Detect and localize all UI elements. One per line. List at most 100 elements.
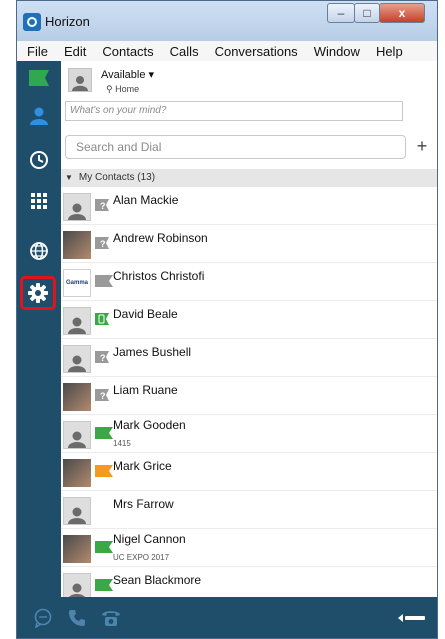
person-placeholder-icon <box>69 583 85 597</box>
person-placeholder-icon <box>68 355 86 372</box>
contact-name: Christos Christofi <box>113 269 205 283</box>
bottom-toolbar <box>17 597 437 638</box>
desk-phone-button[interactable] <box>99 607 123 629</box>
contact-name: David Beale <box>113 307 178 321</box>
presence-status-dropdown[interactable]: Available ▾ <box>101 68 154 81</box>
clock-icon <box>30 151 48 169</box>
contact-avatar-placeholder <box>63 573 91 597</box>
menu-file[interactable]: File <box>17 44 56 59</box>
chat-button[interactable] <box>31 607 55 629</box>
status-offline-flag-icon <box>94 274 113 288</box>
gear-icon <box>28 283 48 303</box>
sidebar-item-dialpad[interactable] <box>17 187 61 217</box>
horizon-app-icon <box>23 13 41 31</box>
contact-row[interactable]: Gamma Christos Christofi <box>61 263 437 301</box>
maximize-button[interactable]: □ <box>354 3 380 23</box>
sidebar-item-settings[interactable] <box>20 276 56 310</box>
contact-name: James Bushell <box>113 345 192 359</box>
menu-window[interactable]: Window <box>306 44 368 59</box>
status-unknown-icon: ? <box>94 236 109 250</box>
sidebar-item-history[interactable] <box>17 145 61 175</box>
contact-name: Liam Ruane <box>113 383 178 397</box>
contact-avatar-placeholder <box>63 497 91 525</box>
search-and-dial-input[interactable]: Search and Dial <box>65 135 406 159</box>
person-placeholder-icon <box>68 317 86 334</box>
sidebar <box>17 61 61 597</box>
contact-row[interactable]: ? Andrew Robinson <box>61 225 437 263</box>
contact-name: Mark Gooden <box>113 418 186 432</box>
globe-icon <box>30 242 48 260</box>
presence-location[interactable]: ⚲ Home <box>106 84 139 95</box>
svg-text:?: ? <box>100 201 106 211</box>
presence-area: Available ▾ ⚲ Home <box>61 61 437 97</box>
contact-note: 1415 <box>113 439 131 448</box>
my-avatar[interactable] <box>68 68 92 92</box>
contact-row[interactable]: Sean Blackmore <box>61 567 437 597</box>
person-icon <box>30 107 48 125</box>
status-message-input[interactable]: What's on your mind? <box>65 101 403 121</box>
contact-row[interactable]: Mark Gooden 1415 <box>61 415 437 453</box>
minimize-button[interactable]: – <box>327 3 355 23</box>
contact-name: Nigel Cannon <box>113 532 186 546</box>
contact-photo <box>63 383 91 411</box>
app-window: Horizon – □ x File Edit Contacts Calls C… <box>16 0 438 639</box>
menu-bar: File Edit Contacts Calls Conversations W… <box>17 41 437 62</box>
logo-text: Gamma <box>65 280 88 286</box>
chat-bubble-icon <box>34 608 52 628</box>
status-unknown-icon: ? <box>94 350 109 364</box>
contact-row[interactable]: ? James Bushell <box>61 339 437 377</box>
menu-calls[interactable]: Calls <box>162 44 207 59</box>
menu-edit[interactable]: Edit <box>56 44 94 59</box>
contact-avatar-placeholder <box>63 421 91 449</box>
dialpad-icon <box>31 193 47 209</box>
contact-list: ? Alan Mackie? Andrew Robinson Gamma Christo… <box>61 187 437 597</box>
desk-phone-icon <box>102 611 120 626</box>
green-flag-icon <box>29 70 49 86</box>
status-available-flag-icon <box>94 540 113 554</box>
status-away-flag-icon <box>94 464 113 478</box>
contact-name: Mrs Farrow <box>113 497 174 511</box>
main-panel: Available ▾ ⚲ Home What's on your mind? … <box>61 61 437 597</box>
add-contact-button[interactable]: + <box>411 135 433 159</box>
contact-row[interactable]: ? Liam Ruane <box>61 377 437 415</box>
svg-text:?: ? <box>100 239 106 249</box>
call-button[interactable] <box>65 607 89 629</box>
status-mobile-icon <box>94 312 109 326</box>
sidebar-item-contacts[interactable] <box>17 101 61 131</box>
contact-name: Alan Mackie <box>113 193 179 207</box>
contact-logo: Gamma <box>63 269 91 297</box>
group-label: My Contacts (13) <box>78 172 156 183</box>
title-bar[interactable]: Horizon – □ x <box>17 1 437 41</box>
sidebar-item-web[interactable] <box>17 236 61 266</box>
collapse-arrow-icon <box>398 614 425 622</box>
status-available-flag-icon <box>94 426 113 440</box>
contact-name: Andrew Robinson <box>113 231 208 245</box>
contact-photo <box>63 459 91 487</box>
status-unknown-icon: ? <box>94 388 109 402</box>
menu-conversations[interactable]: Conversations <box>207 44 306 59</box>
menu-contacts[interactable]: Contacts <box>94 44 161 59</box>
contact-group-header[interactable]: ▼ My Contacts (13) <box>61 169 437 187</box>
sidebar-item-presence[interactable] <box>17 63 61 93</box>
contact-note: UC EXPO 2017 <box>113 553 170 562</box>
close-button[interactable]: x <box>379 3 425 23</box>
phone-icon <box>69 610 85 626</box>
contact-row[interactable]: Mrs Farrow <box>61 491 437 529</box>
person-placeholder-icon <box>68 203 86 220</box>
contact-avatar-placeholder <box>63 193 91 221</box>
status-unknown-icon: ? <box>94 198 109 212</box>
person-placeholder-icon <box>68 431 86 448</box>
contact-name: Mark Grice <box>113 459 172 473</box>
svg-text:?: ? <box>100 353 106 363</box>
person-placeholder-icon <box>68 507 86 524</box>
collapse-panel-button[interactable] <box>397 607 427 629</box>
collapse-triangle-icon: ▼ <box>65 173 73 182</box>
contact-row[interactable]: Mark Grice <box>61 453 437 491</box>
contact-row[interactable]: David Beale <box>61 301 437 339</box>
window-title: Horizon <box>45 14 90 29</box>
contact-row[interactable]: Nigel Cannon UC EXPO 2017 <box>61 529 437 567</box>
person-placeholder-icon <box>72 76 88 91</box>
menu-help[interactable]: Help <box>368 44 411 59</box>
contact-name: Sean Blackmore <box>113 573 202 587</box>
contact-row[interactable]: ? Alan Mackie <box>61 187 437 225</box>
